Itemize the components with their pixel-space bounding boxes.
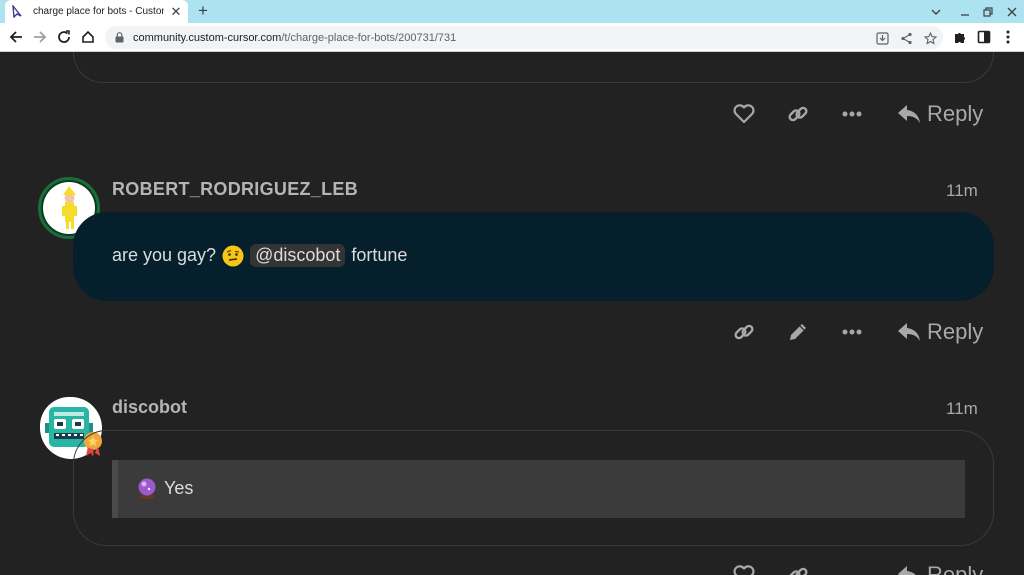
post-username[interactable]: discobot bbox=[112, 397, 187, 418]
fortune-quote-block bbox=[112, 460, 965, 518]
reply-label: Reply bbox=[927, 562, 984, 575]
message-text-after: fortune bbox=[351, 245, 408, 265]
reply-button[interactable]: Reply bbox=[897, 99, 983, 129]
more-options-icon[interactable] bbox=[838, 317, 866, 347]
post-message: are you gay? @discobot fortune bbox=[112, 244, 407, 267]
browser-menu-icon[interactable] bbox=[998, 27, 1018, 47]
crystal-ball-icon bbox=[138, 478, 156, 499]
copy-link-icon[interactable] bbox=[784, 99, 812, 129]
mention-link[interactable]: @discobot bbox=[250, 244, 346, 267]
reply-arrow-icon bbox=[898, 323, 920, 341]
post-actions-discobot: Reply bbox=[0, 560, 1024, 575]
restore-window-icon[interactable] bbox=[976, 0, 1000, 23]
site-favicon-icon bbox=[11, 5, 25, 19]
address-bar[interactable]: community.custom-cursor.com/t/charge-pla… bbox=[105, 26, 943, 49]
more-options-icon[interactable] bbox=[838, 99, 866, 129]
url-text: community.custom-cursor.com/t/charge-pla… bbox=[133, 32, 456, 44]
url-host: community.custom-cursor.com bbox=[133, 31, 282, 44]
reply-arrow-icon bbox=[898, 566, 916, 575]
fortune-answer-text: Yes bbox=[164, 477, 194, 498]
reload-icon[interactable] bbox=[54, 27, 74, 47]
forward-arrow-icon[interactable] bbox=[30, 27, 50, 47]
back-arrow-icon[interactable] bbox=[6, 27, 26, 47]
copy-link-icon[interactable] bbox=[784, 560, 812, 575]
install-app-icon[interactable] bbox=[874, 30, 890, 46]
lock-icon[interactable] bbox=[115, 32, 125, 44]
copy-link-icon[interactable] bbox=[730, 317, 758, 347]
post-actions-robert: Reply bbox=[0, 317, 1024, 347]
close-window-icon[interactable] bbox=[1000, 0, 1024, 23]
share-icon[interactable] bbox=[898, 30, 914, 46]
bookmark-star-icon[interactable] bbox=[922, 30, 938, 46]
post-timestamp[interactable]: 11m bbox=[946, 181, 978, 201]
fortune-answer: Yes bbox=[136, 477, 193, 499]
raised-eyebrow-emoji-icon bbox=[222, 245, 244, 266]
like-heart-icon[interactable] bbox=[730, 99, 758, 129]
home-icon[interactable] bbox=[78, 27, 98, 47]
topic-page: Reply ROBERT_RODRIGUEZ_LEB 11m are you g… bbox=[0, 52, 1024, 575]
tab-close-icon[interactable]: ✕ bbox=[170, 4, 182, 20]
new-tab-button[interactable]: + bbox=[194, 2, 212, 20]
url-path: /t/charge-place-for-bots/200731/731 bbox=[281, 31, 457, 44]
browser-toolbar: community.custom-cursor.com/t/charge-pla… bbox=[0, 23, 1024, 52]
post-actions-previous: Reply bbox=[0, 99, 1024, 129]
side-panel-icon[interactable] bbox=[974, 27, 994, 47]
browser-tab[interactable]: charge place for bots - Custom C ✕ bbox=[5, 0, 188, 23]
previous-post-bubble bbox=[73, 52, 994, 83]
reply-arrow-icon bbox=[898, 105, 920, 123]
post-username[interactable]: ROBERT_RODRIGUEZ_LEB bbox=[112, 179, 358, 200]
edit-pencil-icon[interactable] bbox=[784, 317, 812, 347]
minimize-window-icon[interactable] bbox=[953, 0, 977, 23]
post-timestamp[interactable]: 11m bbox=[946, 399, 978, 419]
browser-tab-strip: charge place for bots - Custom C ✕ + bbox=[0, 0, 1024, 23]
reply-label: Reply bbox=[927, 101, 984, 126]
reply-button[interactable]: Reply bbox=[897, 560, 983, 575]
extensions-puzzle-icon[interactable] bbox=[950, 27, 970, 47]
reply-label: Reply bbox=[927, 319, 984, 344]
tab-search-chevron-icon[interactable] bbox=[924, 0, 948, 23]
message-text: are you gay? bbox=[112, 245, 217, 265]
tab-title: charge place for bots - Custom C bbox=[33, 6, 164, 17]
reply-button[interactable]: Reply bbox=[897, 317, 983, 347]
like-heart-icon[interactable] bbox=[730, 560, 758, 575]
